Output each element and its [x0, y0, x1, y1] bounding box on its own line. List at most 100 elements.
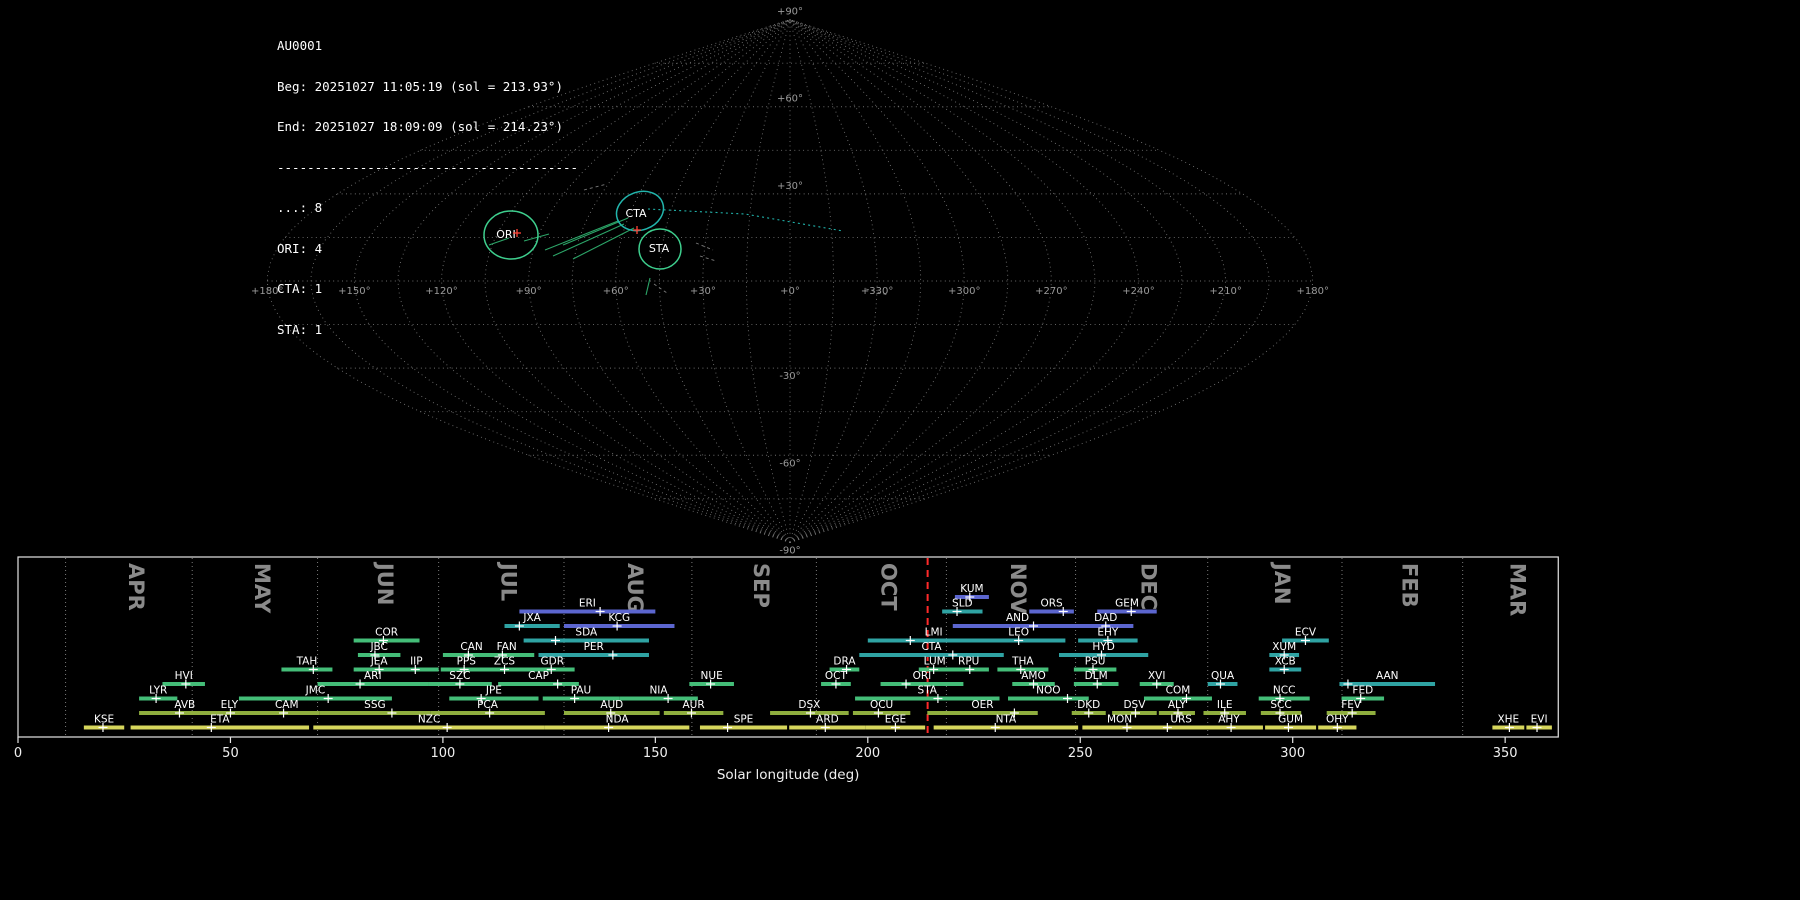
- x-tick-label-300: 300: [1280, 746, 1305, 761]
- shower-label-ORI: ORI: [913, 670, 932, 682]
- shower-label-ETA: ETA: [210, 714, 230, 726]
- shower-label-CTA: CTA: [921, 641, 942, 653]
- shower-bar-NDA: [544, 725, 690, 730]
- shower-label-XHE: XHE: [1497, 714, 1519, 726]
- shower-label-DLM: DLM: [1085, 670, 1108, 682]
- shower-label-PAU: PAU: [571, 685, 592, 697]
- month-label-JAN: JAN: [1270, 561, 1294, 605]
- shower-label-PER: PER: [584, 641, 604, 653]
- x-axis-title: Solar longitude (deg): [717, 767, 860, 783]
- sky-grid-meridian: [789, 19, 1226, 543]
- shower-label-ORS: ORS: [1040, 598, 1063, 610]
- sky-grid-meridian: [789, 19, 878, 543]
- app-root: { "info_panel": { "lines": [ "AU0001", "…: [0, 0, 1800, 900]
- shower-bar-MON: [1082, 725, 1157, 730]
- month-label-JUN: JUN: [373, 561, 397, 605]
- sporadic-trail: [653, 283, 668, 294]
- lon-label: +180°: [1297, 286, 1329, 297]
- shower-bar-ETA: [130, 725, 310, 730]
- shower-label-NZC: NZC: [418, 714, 440, 726]
- shower-label-RPU: RPU: [958, 656, 979, 668]
- shower-label-NOO: NOO: [1036, 685, 1060, 697]
- shower-label-DSV: DSV: [1123, 699, 1146, 711]
- month-label-JUL: JUL: [496, 561, 520, 601]
- shower-label-PSU: PSU: [1085, 656, 1106, 668]
- lon-label: +240°: [1122, 286, 1154, 297]
- sporadic-trails: [583, 183, 889, 296]
- lon-label: +30°: [690, 286, 716, 297]
- session-info-panel: AU0001 Beg: 20251027 11:05:19 (sol = 213…: [277, 12, 578, 363]
- shower-label-KUM: KUM: [960, 583, 983, 595]
- lat-label: -90°: [779, 545, 800, 555]
- shower-label-JXA: JXA: [522, 612, 541, 624]
- shower-label-SDA: SDA: [575, 627, 598, 639]
- sky-grid-meridian: [789, 19, 1052, 543]
- month-label-APR: APR: [124, 563, 148, 611]
- shower-label-SSG: SSG: [364, 699, 385, 711]
- shower-label-GEM: GEM: [1115, 598, 1139, 610]
- x-tick-label-0: 0: [14, 746, 22, 761]
- month-label-OCT: OCT: [876, 563, 900, 611]
- shower-label-DSX: DSX: [798, 699, 820, 711]
- x-tick-label-250: 250: [1068, 746, 1093, 761]
- sporadic-trail: [699, 255, 717, 262]
- shower-label-PPS: PPS: [457, 656, 477, 668]
- shower-label-FED: FED: [1352, 685, 1373, 697]
- shower-label-JMC: JMC: [305, 685, 326, 697]
- shower-label-ERI: ERI: [579, 598, 596, 610]
- lon-label: +60°: [603, 286, 629, 297]
- shower-label-STA: STA: [918, 685, 938, 697]
- shower-label-OER: OER: [971, 699, 993, 711]
- shower-bars: KUMERI SLD ORS GEMJXA KCG AND DADCOR SDA LMI LEO E…: [83, 583, 1552, 732]
- lat-label: +60°: [777, 94, 803, 105]
- count-sta: STA: 1: [277, 321, 323, 337]
- shower-bar-SPE: [699, 725, 788, 730]
- shower-bar-CAP: [498, 682, 579, 686]
- radiant-label-CTA: CTA: [625, 207, 647, 220]
- shower-label-AUD: AUD: [600, 699, 623, 711]
- shower-bar-ARI: [317, 682, 429, 686]
- shower-label-SCC: SCC: [1270, 699, 1291, 711]
- lat-label: -60°: [779, 458, 800, 469]
- session-id: AU0001: [277, 38, 323, 53]
- shower-label-THA: THA: [1011, 656, 1034, 668]
- sky-grid-meridian: [658, 19, 791, 543]
- shower-label-MON: MON: [1107, 714, 1132, 726]
- lon-label: +300°: [948, 286, 980, 297]
- shower-label-HVI: HVI: [175, 670, 193, 682]
- sporadic-trail: [583, 183, 608, 191]
- lon-label: +210°: [1209, 286, 1241, 297]
- separator-line: ----------------------------------------: [277, 159, 579, 175]
- sky-grid-meridian: [789, 19, 965, 543]
- shower-label-FAN: FAN: [497, 641, 517, 653]
- shower-label-ARD: ARD: [816, 714, 839, 726]
- drift-track: [647, 208, 844, 232]
- month-label-MAR: MAR: [1505, 563, 1529, 616]
- month-label-MAY: MAY: [250, 563, 274, 614]
- shower-label-AHY: AHY: [1218, 714, 1240, 726]
- sky-map: +180° +150° +120° +90° +60° +30° +0° +330° +300°…: [251, 7, 1329, 555]
- shower-label-CAN: CAN: [460, 641, 482, 653]
- shower-label-SLD: SLD: [952, 598, 973, 610]
- shower-label-JBC: JBC: [369, 641, 387, 653]
- shower-label-LYR: LYR: [149, 685, 167, 697]
- shower-bar-TAH: [281, 667, 333, 672]
- session-end: End: 20251027 18:09:09 (sol = 214.23°): [277, 119, 563, 134]
- shower-label-ELY: ELY: [221, 699, 239, 711]
- shower-label-ARI: ARI: [364, 670, 382, 682]
- shower-label-GDR: GDR: [541, 656, 565, 668]
- month-label-SEP: SEP: [749, 563, 773, 608]
- shower-label-NCC: NCC: [1273, 685, 1296, 697]
- shower-label-AUR: AUR: [683, 699, 705, 711]
- shower-label-AAN: AAN: [1376, 670, 1399, 682]
- shower-label-NIA: NIA: [649, 685, 668, 697]
- shower-label-URS: URS: [1170, 714, 1192, 726]
- count-cta: CTA: 1: [277, 281, 323, 296]
- shower-label-QUA: QUA: [1211, 670, 1235, 682]
- shower-label-JPE: JPE: [485, 685, 502, 697]
- month-label-DEC: DEC: [1137, 563, 1161, 610]
- shower-label-SPE: SPE: [734, 714, 754, 726]
- shower-bar-NTA: [933, 725, 1079, 730]
- count-sporadic: ...: 8: [277, 200, 323, 215]
- lat-label: +30°: [777, 181, 803, 192]
